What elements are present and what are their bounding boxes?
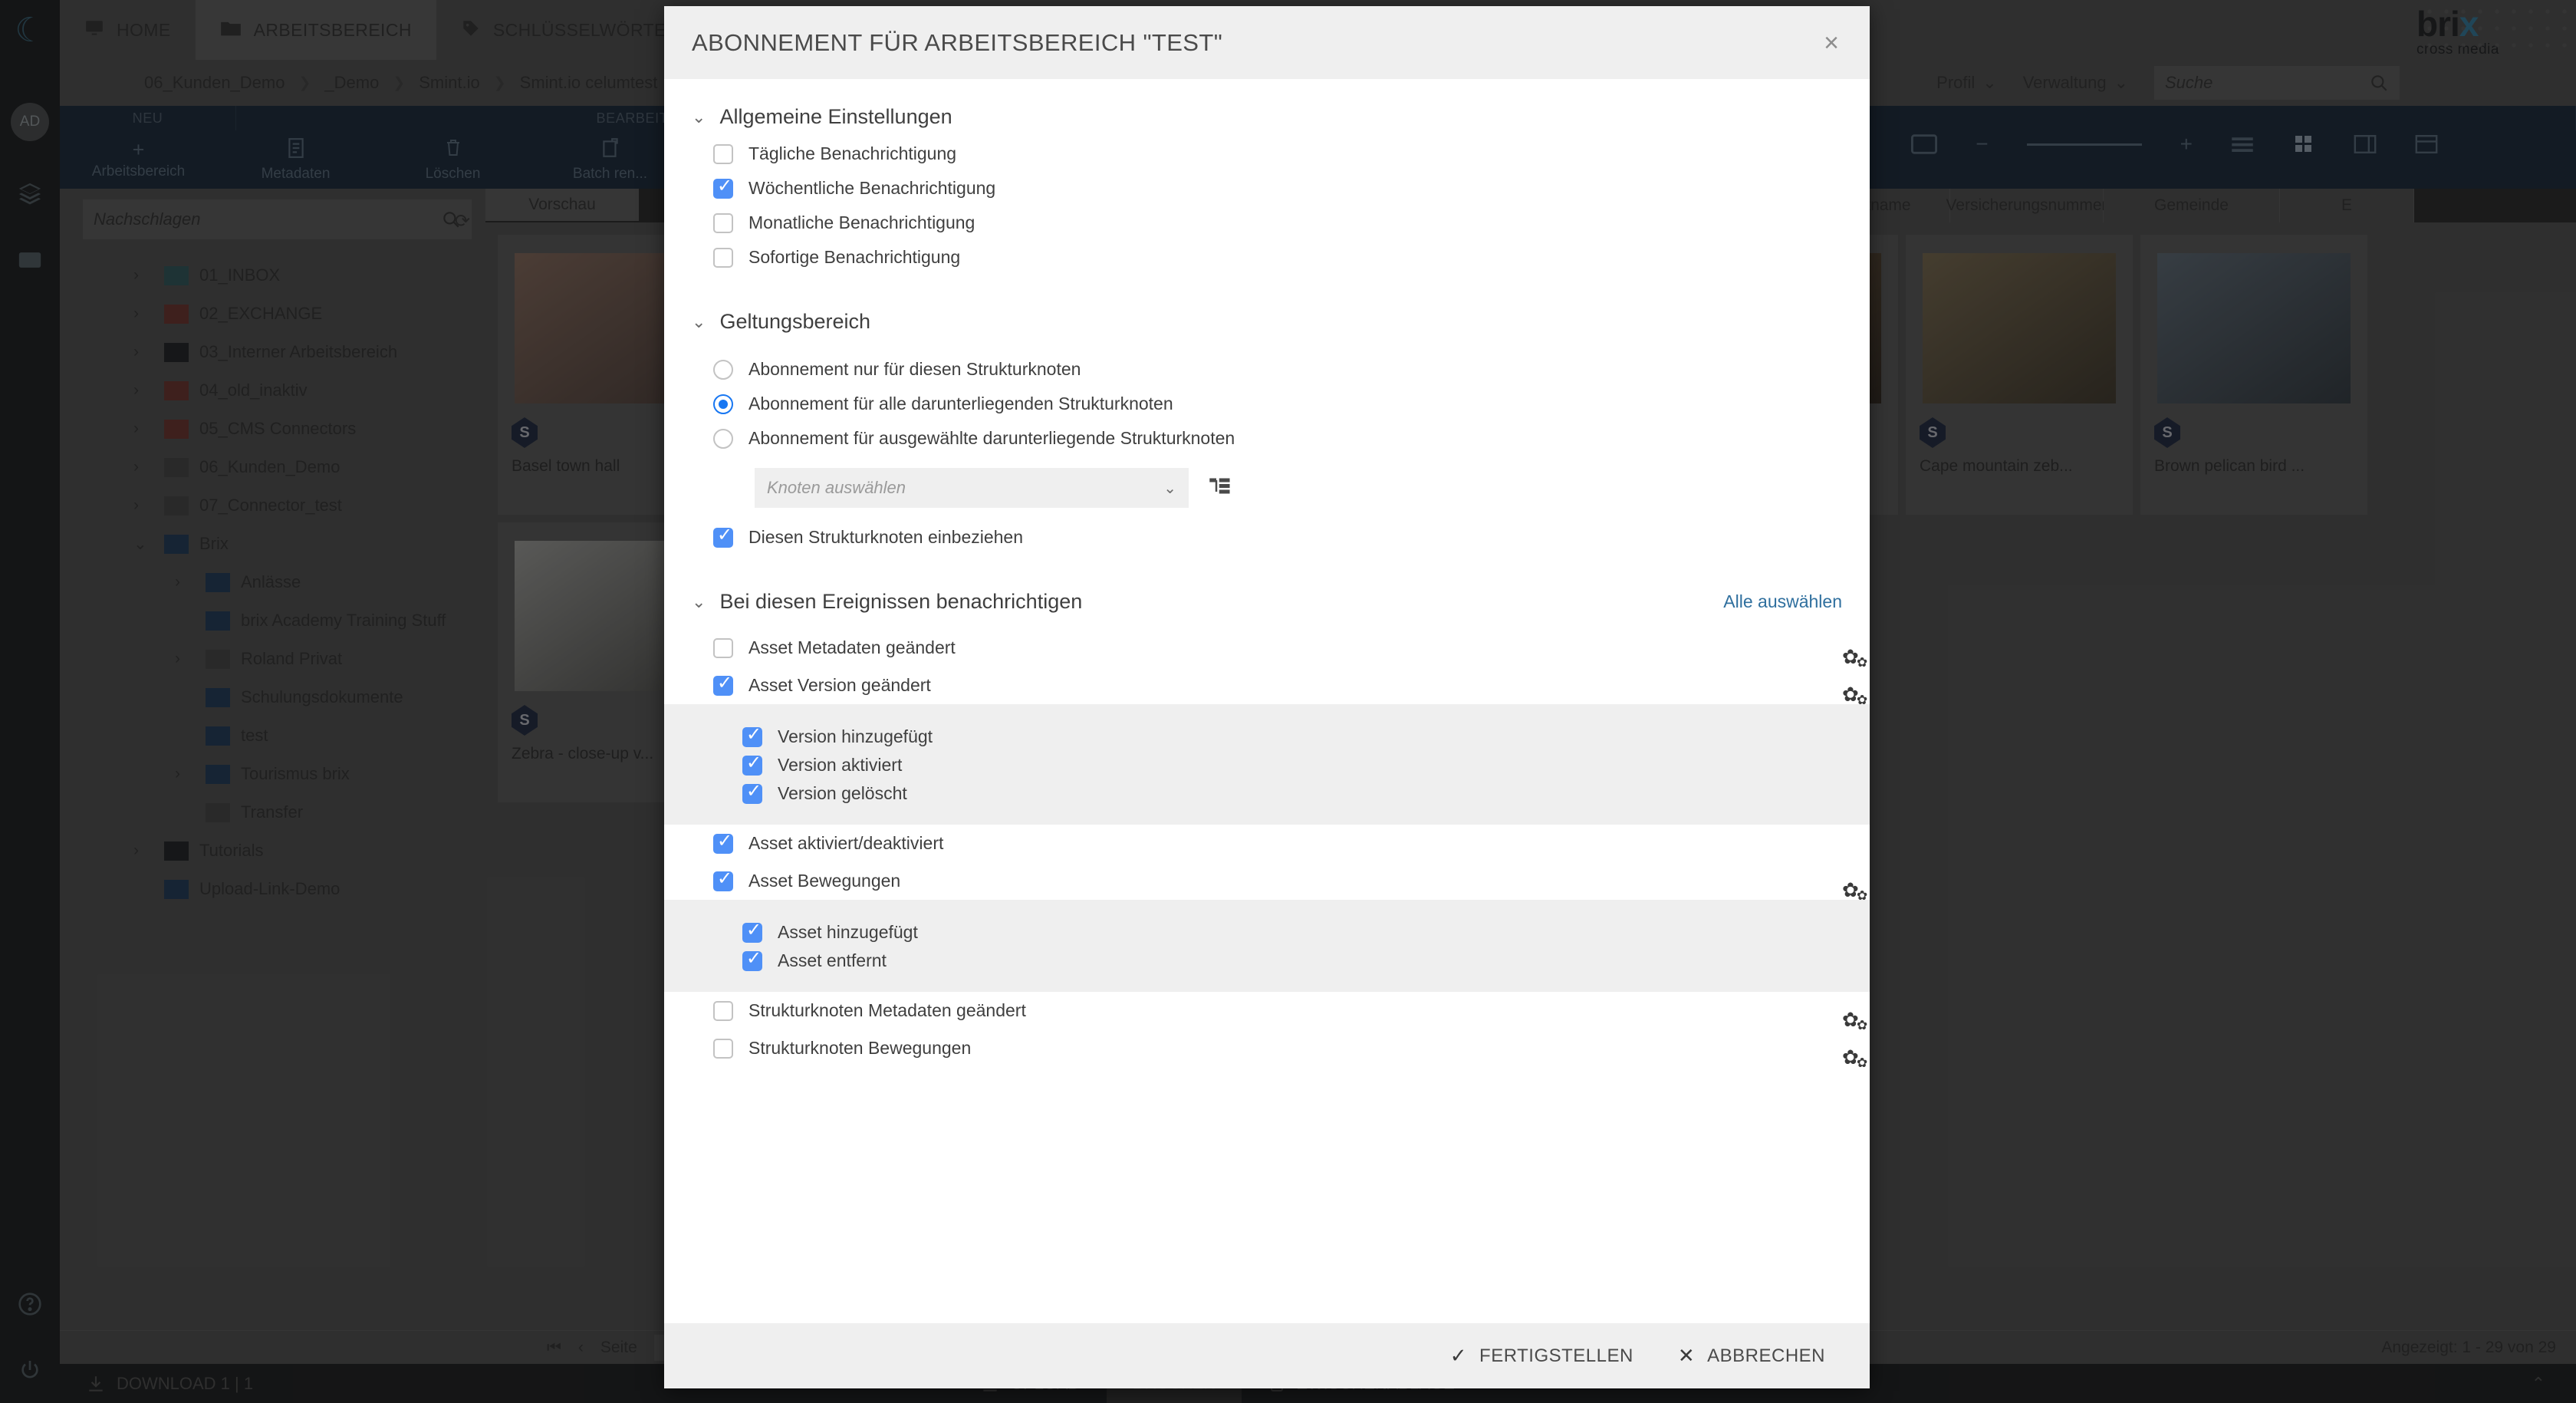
event-checkbox[interactable]: [742, 725, 762, 747]
event-row[interactable]: Version gelöscht: [664, 779, 1870, 808]
event-row[interactable]: Asset entfernt: [664, 947, 1870, 975]
event-label: Asset entfernt: [778, 950, 887, 970]
event-checkbox[interactable]: [713, 832, 733, 854]
event-label: Asset Bewegungen: [748, 871, 901, 891]
scope-radio-row[interactable]: Abonnement für ausgewählte darunterliege…: [664, 421, 1870, 456]
event-checkbox[interactable]: [742, 949, 762, 971]
select-all-link[interactable]: Alle auswählen: [1723, 591, 1842, 612]
event-row[interactable]: Asset Version geändert✿✿: [664, 667, 1870, 707]
event-row[interactable]: Strukturknoten Bewegungen ✿ ✿: [664, 1029, 1870, 1070]
section-general-settings[interactable]: ⌄ Allgemeine Einstellungen: [664, 79, 1870, 137]
notification-label: Monatliche Benachrichtigung: [748, 212, 975, 232]
node-picker-row: Knoten auswählen ⌄: [664, 456, 1870, 520]
event-subgroup: Version hinzugefügt Version aktiviert Vers…: [664, 704, 1870, 825]
event-checkbox[interactable]: [742, 753, 762, 776]
event-label: Version hinzugefügt: [778, 726, 933, 746]
finish-label: FERTIGSTELLEN: [1479, 1345, 1633, 1366]
scope-radio-row[interactable]: Abonnement für alle darunterliegenden St…: [664, 387, 1870, 421]
dialog-body: ⌄ Allgemeine Einstellungen Tägliche Bena…: [664, 79, 1870, 1323]
notification-checkbox[interactable]: [713, 212, 733, 233]
include-node-row[interactable]: Diesen Strukturknoten einbeziehen: [664, 520, 1870, 555]
section-title: Allgemeine Einstellungen: [719, 105, 952, 128]
include-node-checkbox[interactable]: [713, 525, 733, 548]
event-checkbox[interactable]: [713, 1038, 733, 1059]
scope-radio[interactable]: [713, 428, 733, 449]
notification-label: Sofortige Benachrichtigung: [748, 247, 961, 267]
chevron-down-icon: ⌄: [692, 591, 706, 611]
event-checkbox[interactable]: [713, 1000, 733, 1021]
event-label: Strukturknoten Bewegungen: [748, 1038, 972, 1058]
event-row[interactable]: Strukturknoten Metadaten geändert ✿ ✿: [664, 992, 1870, 1032]
dialog-header: ABONNEMENT FÜR ARBEITSBEREICH "TEST" ×: [664, 6, 1870, 79]
include-node-label: Diesen Strukturknoten einbeziehen: [748, 527, 1024, 547]
finish-button[interactable]: ✓ FERTIGSTELLEN: [1450, 1344, 1633, 1368]
notification-option-row[interactable]: Sofortige Benachrichtigung: [664, 240, 1870, 275]
event-row[interactable]: Version aktiviert: [664, 751, 1870, 779]
notification-option-row[interactable]: Wöchentliche Benachrichtigung: [664, 171, 1870, 206]
tree-browse-icon[interactable]: [1209, 476, 1232, 499]
event-label: Asset Version geändert: [748, 675, 931, 695]
notification-checkbox[interactable]: [713, 247, 733, 268]
close-icon[interactable]: ×: [1814, 25, 1848, 61]
event-label: Version gelöscht: [778, 783, 907, 803]
event-checkbox[interactable]: [742, 921, 762, 943]
event-row[interactable]: Asset aktiviert/deaktiviert: [664, 825, 1870, 862]
scope-radio-label: Abonnement für ausgewählte darunterliege…: [748, 428, 1235, 448]
scope-radio-row[interactable]: Abonnement nur für diesen Strukturknoten: [664, 352, 1870, 387]
event-row[interactable]: Version hinzugefügt: [664, 723, 1870, 751]
event-row[interactable]: Asset Metadaten geändert ✿ ✿: [664, 629, 1870, 670]
cancel-button[interactable]: ✕ ABBRECHEN: [1678, 1344, 1825, 1368]
gear-small-icon: ✿: [1857, 888, 1868, 903]
notification-option-row[interactable]: Monatliche Benachrichtigung: [664, 206, 1870, 240]
notification-checkbox[interactable]: [713, 176, 733, 199]
cancel-label: ABBRECHEN: [1707, 1345, 1825, 1366]
gear-small-icon: ✿: [1857, 654, 1868, 670]
dialog-title: ABONNEMENT FÜR ARBEITSBEREICH "TEST": [692, 28, 1223, 56]
subscription-dialog: ABONNEMENT FÜR ARBEITSBEREICH "TEST" × ⌄…: [664, 6, 1870, 1388]
scope-radio[interactable]: [713, 359, 733, 380]
event-checkbox[interactable]: [713, 674, 733, 696]
node-select-placeholder: Knoten auswählen: [767, 478, 906, 497]
chevron-down-icon: ⌄: [692, 311, 706, 331]
notification-checkbox[interactable]: [713, 143, 733, 164]
section-scope[interactable]: ⌄ Geltungsbereich: [664, 275, 1870, 341]
section-title: Geltungsbereich: [719, 310, 871, 333]
event-label: Strukturknoten Metadaten geändert: [748, 1000, 1026, 1020]
event-label: Asset aktiviert/deaktiviert: [748, 833, 944, 853]
event-label: Asset Metadaten geändert: [748, 637, 956, 657]
event-checkbox[interactable]: [713, 869, 733, 891]
screen: ☾ AD HOMEARBEITSBEREICHSCHLÜ: [0, 0, 2576, 1403]
event-row[interactable]: Asset hinzugefügt: [664, 918, 1870, 947]
section-events[interactable]: ⌄ Bei diesen Ereignissen benachrichtigen…: [664, 555, 1870, 621]
scope-radio[interactable]: [713, 394, 733, 414]
chevron-down-icon: ⌄: [1163, 479, 1176, 497]
check-icon: ✓: [1449, 1344, 1468, 1367]
event-checkbox[interactable]: [742, 782, 762, 804]
event-label: Asset hinzugefügt: [778, 922, 918, 942]
event-label: Version aktiviert: [778, 755, 903, 775]
event-subgroup: Asset hinzugefügt Asset entfernt: [664, 900, 1870, 992]
notification-label: Wöchentliche Benachrichtigung: [748, 178, 996, 198]
dialog-footer: ✓ FERTIGSTELLEN ✕ ABBRECHEN: [664, 1323, 1870, 1388]
gear-small-icon: ✿: [1857, 692, 1868, 707]
event-row[interactable]: Asset Bewegungen✿✿: [664, 862, 1870, 903]
scope-radio-label: Abonnement nur für diesen Strukturknoten: [748, 359, 1081, 379]
event-checkbox[interactable]: [713, 637, 733, 658]
close-x-icon: ✕: [1677, 1344, 1696, 1367]
section-title: Bei diesen Ereignissen benachrichtigen: [719, 590, 1083, 613]
scope-radio-label: Abonnement für alle darunterliegenden St…: [748, 394, 1173, 413]
notification-option-row[interactable]: Tägliche Benachrichtigung: [664, 137, 1870, 171]
chevron-down-icon: ⌄: [692, 107, 706, 127]
node-select[interactable]: Knoten auswählen ⌄: [755, 468, 1189, 508]
gear-small-icon: ✿: [1857, 1055, 1868, 1070]
gear-small-icon: ✿: [1857, 1017, 1868, 1032]
notification-label: Tägliche Benachrichtigung: [748, 143, 957, 163]
